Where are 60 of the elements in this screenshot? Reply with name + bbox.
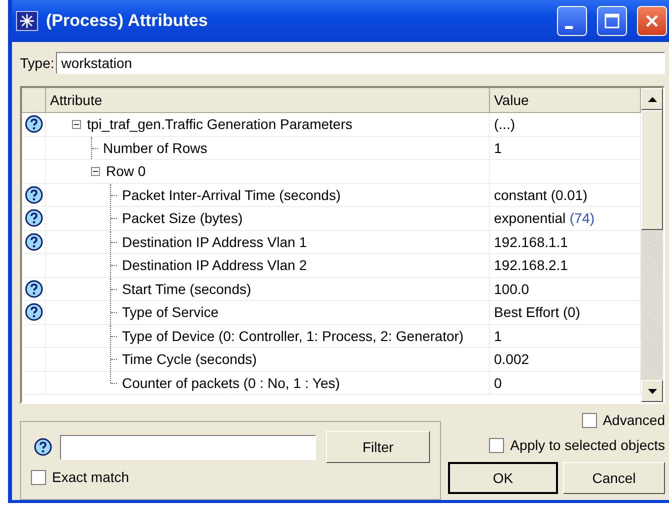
column-header[interactable]: Attribute — [46, 88, 490, 112]
attribute-value: 1 — [494, 140, 502, 156]
checkbox[interactable] — [489, 438, 504, 452]
attribute-name: Destination IP Address Vlan 1 — [122, 234, 307, 250]
type-label: Type: — [20, 55, 54, 71]
help-icon — [25, 280, 43, 298]
help-icon — [25, 303, 43, 322]
attribute-value: 0 — [494, 374, 502, 391]
collapse-toggle-icon[interactable] — [72, 120, 81, 129]
cancel-button[interactable]: Cancel — [563, 462, 665, 494]
attribute-name: Packet Size (bytes) — [122, 210, 243, 226]
attribute-name: Type of Service — [122, 304, 218, 320]
attribute-value: 1 — [494, 328, 502, 344]
filter-button[interactable]: Filter — [326, 431, 430, 463]
maximize-button[interactable] — [597, 6, 627, 36]
checkbox-label: Exact match — [52, 469, 130, 485]
filter-field[interactable] — [60, 434, 316, 460]
minimize-icon — [565, 26, 573, 28]
type-field[interactable]: workstation — [56, 52, 665, 74]
attribute-name: Packet Inter-Arrival Time (seconds) — [122, 186, 341, 203]
scrollbar-thumb[interactable] — [641, 110, 663, 230]
ok-button[interactable]: OK — [448, 462, 558, 494]
attribute-value: 100.0 — [494, 280, 530, 297]
maximize-icon — [604, 13, 620, 29]
close-icon — [644, 13, 660, 29]
attribute-value: 192.168.1.1 — [494, 234, 568, 250]
checkbox[interactable] — [31, 470, 46, 484]
attribute-name: Counter of packets (0 : No, 1 : Yes) — [122, 374, 340, 391]
help-icon — [25, 232, 43, 251]
help-icon — [34, 438, 52, 456]
attribute-name: tpi_traf_gen.Traffic Generation Parameters — [87, 116, 352, 132]
minimize-button[interactable] — [557, 6, 587, 36]
help-icon — [25, 186, 43, 204]
scrollbar[interactable] — [641, 88, 663, 402]
attribute-value: Best Effort (0) — [494, 304, 580, 320]
collapse-toggle-icon[interactable] — [91, 166, 100, 176]
attribute-name: Start Time (seconds) — [122, 280, 252, 297]
attribute-name: Row 0 — [106, 163, 146, 180]
attribute-value-note: (74) — [570, 210, 595, 226]
scroll-up-button[interactable] — [641, 88, 663, 110]
help-icon — [25, 209, 43, 228]
attribute-name: Time Cycle (seconds) — [122, 351, 257, 368]
close-button[interactable] — [637, 6, 667, 36]
help-icon — [25, 115, 43, 134]
checkbox-label: Advanced — [602, 412, 665, 428]
app-icon — [16, 11, 38, 31]
attribute-name: Number of Rows — [103, 140, 208, 156]
attribute-value: (...) — [494, 116, 515, 132]
attribute-name: Type of Device (0: Controller, 1: Process, 2: Generator) — [122, 328, 464, 344]
window-title: (Process) Attributes — [46, 11, 209, 31]
up-arrow-icon — [648, 96, 656, 102]
attribute-value: constant (0.01) — [494, 186, 588, 203]
checkbox[interactable] — [582, 412, 597, 428]
scroll-down-button[interactable] — [641, 380, 663, 402]
attribute-value: 192.168.2.1 — [494, 257, 568, 274]
checkbox-label: Apply to selected objects — [510, 437, 665, 453]
attribute-name: Destination IP Address Vlan 2 — [122, 257, 307, 274]
attribute-value: exponential — [494, 210, 566, 226]
down-arrow-icon — [648, 388, 656, 394]
attribute-value: 0.002 — [494, 351, 530, 368]
